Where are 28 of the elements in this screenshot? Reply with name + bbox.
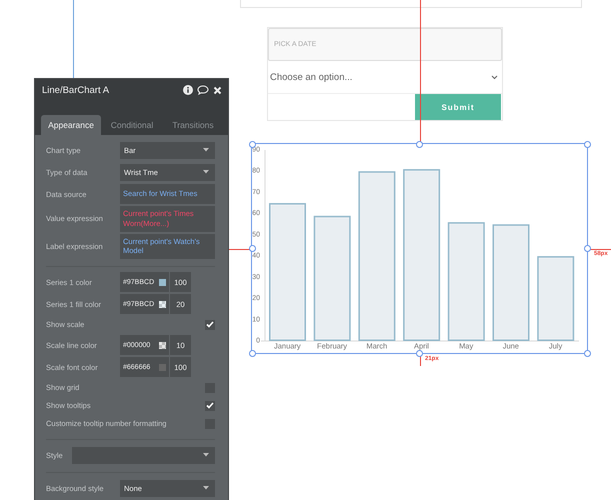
measure-line bbox=[229, 249, 251, 250]
checkbox[interactable] bbox=[205, 320, 215, 330]
panel-title: Line/BarChart A bbox=[42, 84, 110, 96]
panel-tab[interactable]: Appearance bbox=[41, 115, 101, 135]
resize-handle[interactable] bbox=[584, 140, 590, 148]
close-icon[interactable] bbox=[213, 86, 222, 94]
color-swatch[interactable] bbox=[159, 364, 166, 370]
resize-handle[interactable] bbox=[416, 140, 423, 148]
checkmark-icon bbox=[206, 321, 214, 328]
caret-icon bbox=[203, 486, 209, 490]
caret-icon bbox=[203, 170, 209, 174]
chevron-icon bbox=[491, 74, 498, 80]
resize-handle[interactable] bbox=[248, 140, 256, 148]
color-swatch[interactable] bbox=[159, 342, 166, 348]
checkbox[interactable] bbox=[205, 400, 215, 410]
resize-handle[interactable] bbox=[416, 350, 423, 356]
measure-line bbox=[588, 249, 611, 250]
color-swatch[interactable] bbox=[159, 300, 166, 308]
caret-icon bbox=[203, 453, 209, 457]
resize-handle[interactable] bbox=[248, 350, 256, 356]
resize-handle[interactable] bbox=[248, 245, 256, 252]
info-icon[interactable] bbox=[183, 85, 193, 95]
color-swatch[interactable] bbox=[159, 278, 166, 286]
resize-handle[interactable] bbox=[584, 350, 590, 356]
comment-icon[interactable] bbox=[197, 85, 209, 95]
resize-handle[interactable] bbox=[584, 245, 590, 252]
checkmark-icon bbox=[206, 402, 214, 409]
caret-icon bbox=[203, 148, 209, 152]
